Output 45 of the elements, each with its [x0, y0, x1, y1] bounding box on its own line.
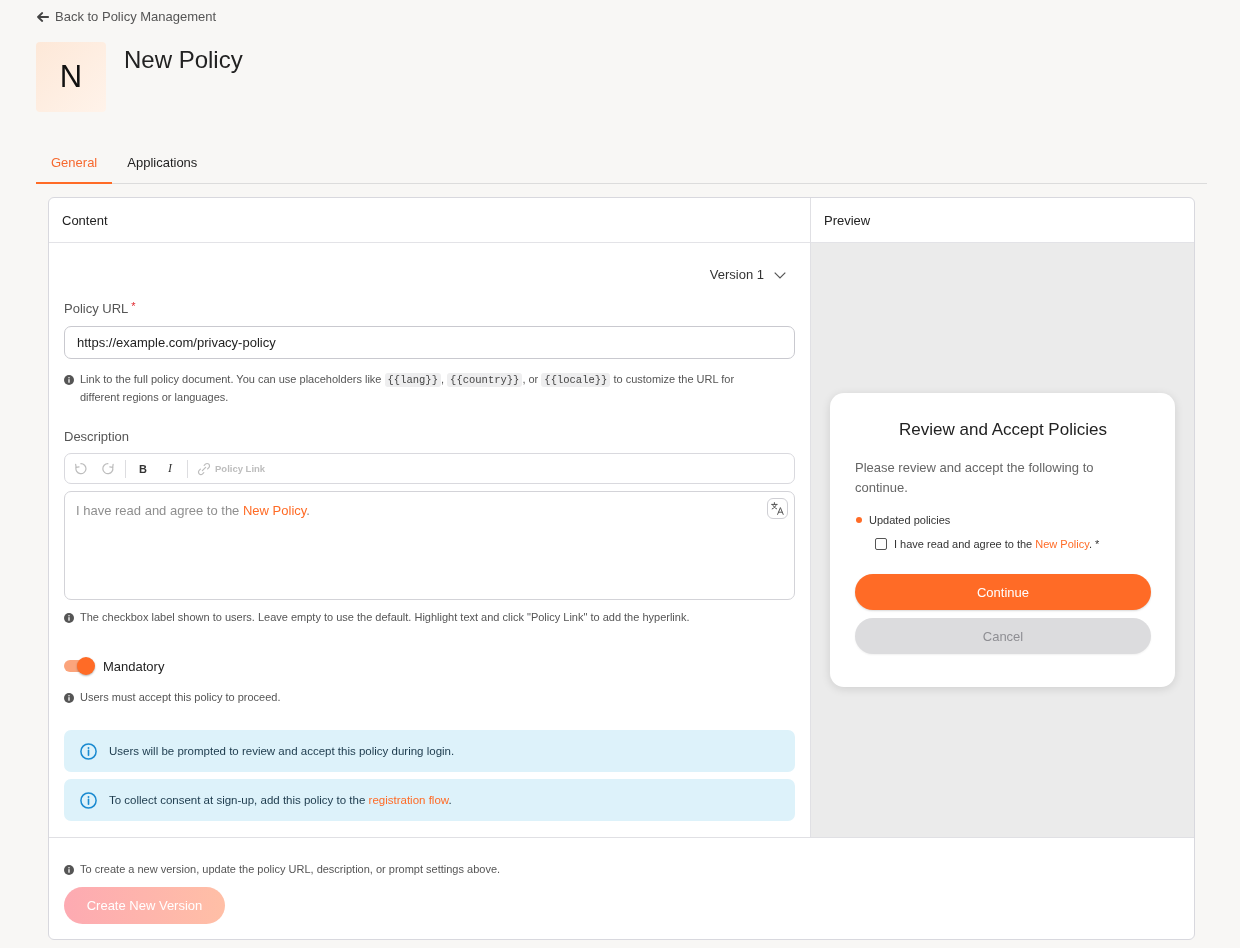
bold-button[interactable]: B	[132, 457, 154, 480]
field-label: Policy URL	[64, 301, 129, 317]
tab[interactable]: Applications	[112, 142, 213, 184]
info-icon	[64, 374, 74, 385]
policy-url-input[interactable]: https://example.com/privacy-policy	[64, 326, 795, 359]
dialog-message: Please review and accept the following to continue.	[855, 459, 1095, 497]
hint-text: Link to the full policy document. You can use placeholders like {{lang}} , {{country}} , or {{locale}} to customize the URL for different regions or languages.	[80, 372, 736, 405]
hint-text: Users must accept this policy to proceed.	[80, 690, 281, 705]
inline-link[interactable]: New Policy	[1035, 538, 1089, 550]
version-select[interactable]: Version 1	[709, 265, 786, 285]
redo-icon	[102, 462, 114, 475]
mandatory-toggle[interactable]	[64, 656, 96, 676]
panel-heading: Preview	[824, 212, 871, 228]
banner-text: To collect consent at sign-up, add this policy to the registration flow.	[109, 794, 452, 806]
field-label: Description	[64, 429, 130, 445]
back-link[interactable]: Back to Policy Management	[36, 8, 217, 26]
banner-text: Users will be prompted to review and accept this policy during login.	[109, 745, 455, 757]
dialog-title: Review and Accept Policies	[898, 419, 1108, 441]
avatar: N	[36, 42, 106, 112]
info-icon	[80, 742, 97, 760]
description-text: I have read and agree to the New Policy.	[76, 502, 311, 520]
tab[interactable]: General	[36, 142, 113, 184]
undo-icon	[75, 462, 87, 475]
policy-checkbox[interactable]	[875, 538, 887, 550]
required-mark: *	[131, 301, 136, 312]
toggle-label: Mandatory	[103, 658, 165, 674]
italic-button[interactable]: I	[159, 457, 181, 480]
arrow-left-icon	[37, 12, 49, 22]
hint-text: The checkbox label shown to users. Leave empty to use the default. Highlight text and click "Policy Link" to add the hyperlink.	[80, 610, 690, 625]
panel-heading: Content	[62, 212, 108, 228]
bullet-dot-icon	[856, 517, 862, 523]
info-icon	[64, 612, 74, 623]
hint-text: To create a new version, update the policy URL, description, or prompt settings above.	[80, 862, 501, 877]
page-title: New Policy	[124, 46, 243, 74]
consent-text: I have read and agree to the New Policy. *	[894, 537, 1100, 552]
translate-icon	[771, 502, 784, 515]
translate-button[interactable]	[767, 498, 788, 519]
section-label: Updated policies	[869, 513, 951, 528]
dialog-button[interactable]: Continue	[855, 574, 1151, 610]
chevron-down-icon	[774, 271, 786, 279]
info-icon	[64, 864, 74, 875]
info-icon	[80, 791, 97, 809]
link-icon	[197, 461, 211, 476]
description-editor[interactable]: I have read and agree to the New Policy.	[64, 491, 795, 600]
info-icon	[64, 692, 74, 703]
